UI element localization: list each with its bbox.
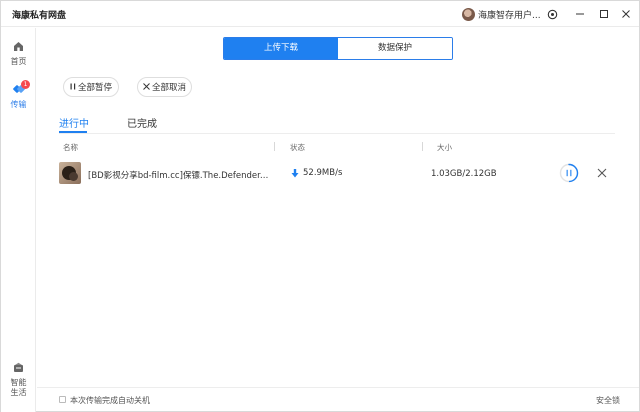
- column-header-name: 名称: [63, 143, 78, 152]
- column-divider: [274, 142, 275, 151]
- tab-data-protection[interactable]: 数据保护: [338, 38, 452, 59]
- app-window: 海康私有网盘 海康智存用户... 首页 1 传输 智能 生活 上传下载 数据保护…: [0, 0, 640, 412]
- sidebar-item-label-line1: 智能: [10, 378, 27, 387]
- settings-target-icon[interactable]: [545, 7, 559, 21]
- avatar: [462, 7, 475, 21]
- auto-shutdown-checkbox[interactable]: [59, 396, 66, 403]
- pause-all-label: 全部暂停: [77, 83, 112, 93]
- pause-button[interactable]: [559, 163, 579, 183]
- file-thumbnail: [59, 162, 81, 184]
- remove-task-icon[interactable]: [596, 167, 608, 179]
- divider: [59, 133, 615, 134]
- title-bar: 海康私有网盘 海康智存用户...: [1, 1, 639, 27]
- safety-lock-link[interactable]: 安全锁: [596, 395, 620, 406]
- sidebar: 首页 1 传输 智能 生活: [1, 28, 36, 412]
- sidebar-item-label-line2: 生活: [10, 388, 27, 397]
- pause-icon: [70, 83, 76, 92]
- footer-divider: [37, 387, 639, 388]
- sidebar-item-transfer[interactable]: 1 传输: [1, 80, 36, 110]
- subtab-in-progress[interactable]: 进行中: [59, 115, 89, 130]
- sidebar-item-home[interactable]: 首页: [1, 41, 36, 67]
- cancel-all-label: 全部取消: [151, 83, 186, 93]
- column-header-status: 状态: [290, 143, 305, 152]
- maximize-icon[interactable]: [597, 7, 611, 21]
- download-arrow-icon: [291, 168, 299, 177]
- download-speed: 52.9MB/s: [303, 168, 343, 178]
- sidebar-item-label: 传输: [10, 100, 27, 109]
- column-divider: [422, 142, 423, 151]
- pause-all-button[interactable]: 全部暂停: [63, 77, 119, 97]
- x-icon: [143, 82, 150, 92]
- close-window-icon[interactable]: [619, 7, 633, 21]
- smart-life-icon: [14, 362, 23, 372]
- app-title: 海康私有网盘: [12, 11, 67, 21]
- main-tabs: 上传下载 数据保护: [223, 37, 453, 60]
- minimize-icon[interactable]: [573, 7, 587, 21]
- subtab-completed[interactable]: 已完成: [127, 115, 157, 130]
- download-status: 52.9MB/s: [291, 168, 342, 178]
- progress-ring: [559, 163, 579, 183]
- home-icon: [14, 42, 23, 51]
- file-size-progress: 1.03GB/2.12GB: [431, 169, 497, 179]
- column-header-size: 大小: [437, 143, 452, 152]
- sidebar-item-smart-life[interactable]: 智能 生活: [1, 362, 36, 398]
- tab-upload-download[interactable]: 上传下载: [224, 38, 338, 59]
- file-name: [BD影视分享bd-film.cc]保镖.The.Defender.1994.B…: [88, 171, 270, 181]
- user-menu[interactable]: 海康智存用户...: [462, 6, 541, 22]
- cancel-all-button[interactable]: 全部取消: [137, 77, 192, 97]
- transfer-badge: 1: [21, 80, 30, 89]
- auto-shutdown-label: 本次传输完成自动关机: [70, 396, 150, 405]
- user-name: 海康智存用户...: [478, 10, 541, 21]
- sidebar-item-label: 首页: [10, 57, 27, 66]
